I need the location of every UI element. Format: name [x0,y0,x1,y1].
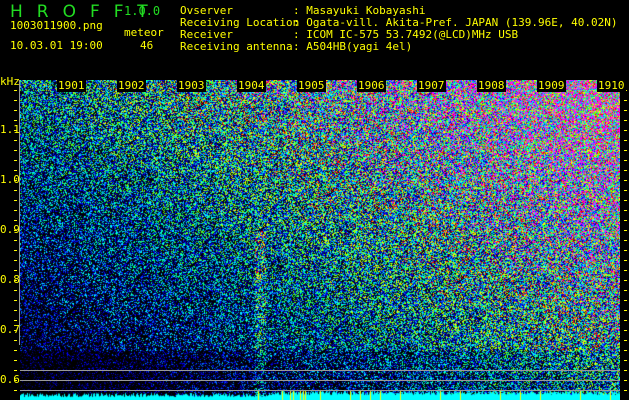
y-tick [14,160,17,161]
time-tick-label: 1901 [57,79,86,92]
file-name: 1003011900.png [10,19,103,32]
y-tick [624,270,627,271]
y-tick [14,320,17,321]
y-tick [624,140,627,141]
y-tick [14,340,17,341]
y-tick [624,120,627,121]
y-tick [624,390,627,391]
y-tick [14,370,17,371]
y-tick [624,180,627,181]
info-value: : A504HB(yagi 4el) [293,40,413,53]
y-tick [624,260,627,261]
app-version: 1.0.0 [124,4,161,18]
y-tick [14,150,17,151]
y-tick [624,240,627,241]
grid-line [20,370,620,371]
y-tick [14,140,17,141]
y-tick [14,180,17,181]
y-tick [624,340,627,341]
y-tick [624,280,627,281]
y-tick [14,260,17,261]
y-tick [14,350,17,351]
y-tick [624,130,627,131]
meteor-count: 46 [140,39,154,52]
y-tick [14,190,17,191]
time-tick-label: 1908 [477,79,506,92]
y-tick [14,240,17,241]
y-tick [624,200,627,201]
y-tick [14,290,17,291]
y-tick [14,220,17,221]
y-tick [14,250,17,251]
y-tick [14,200,17,201]
time-tick-label: 1907 [417,79,446,92]
y-tick [624,150,627,151]
datetime: 10.03.01 19:00 [10,39,103,52]
y-tick [624,170,627,171]
y-tick [624,160,627,161]
info-key: Receiving antenna [180,40,293,53]
y-tick [624,210,627,211]
time-tick-label: 1905 [297,79,326,92]
y-tick [14,110,17,111]
grid-line [20,390,620,391]
y-tick [14,310,17,311]
y-tick [624,300,627,301]
y-tick [14,100,17,101]
y-tick [624,290,627,291]
y-tick [14,280,17,281]
time-tick-label: 1902 [117,79,146,92]
time-tick-label: 1904 [237,79,266,92]
y-tick [14,380,17,381]
spectrogram [20,80,620,400]
y-tick [624,360,627,361]
y-tick [624,350,627,351]
y-tick [14,170,17,171]
y-tick [14,330,17,331]
y-tick [624,230,627,231]
y-tick [14,300,17,301]
y-tick [624,190,627,191]
y-tick [624,100,627,101]
y-tick [624,310,627,311]
y-tick [624,380,627,381]
time-tick-label: 1906 [357,79,386,92]
y-tick [14,360,17,361]
y-tick [624,320,627,321]
y-tick [14,230,17,231]
y-tick [624,330,627,331]
time-tick-label: 1903 [177,79,206,92]
grid-line [20,380,620,381]
y-tick [14,390,17,391]
y-tick [624,370,627,371]
y-tick [14,210,17,211]
y-tick [14,130,17,131]
y-unit-label: kHz [0,75,20,88]
meteor-label: meteor [124,26,164,39]
y-axis-line [19,80,20,345]
y-tick [624,220,627,221]
y-tick [14,90,17,91]
y-tick [624,250,627,251]
y-tick [14,120,17,121]
time-tick-label: 1910 [597,79,626,92]
y-tick [14,270,17,271]
y-tick [624,110,627,111]
time-tick-label: 1909 [537,79,566,92]
